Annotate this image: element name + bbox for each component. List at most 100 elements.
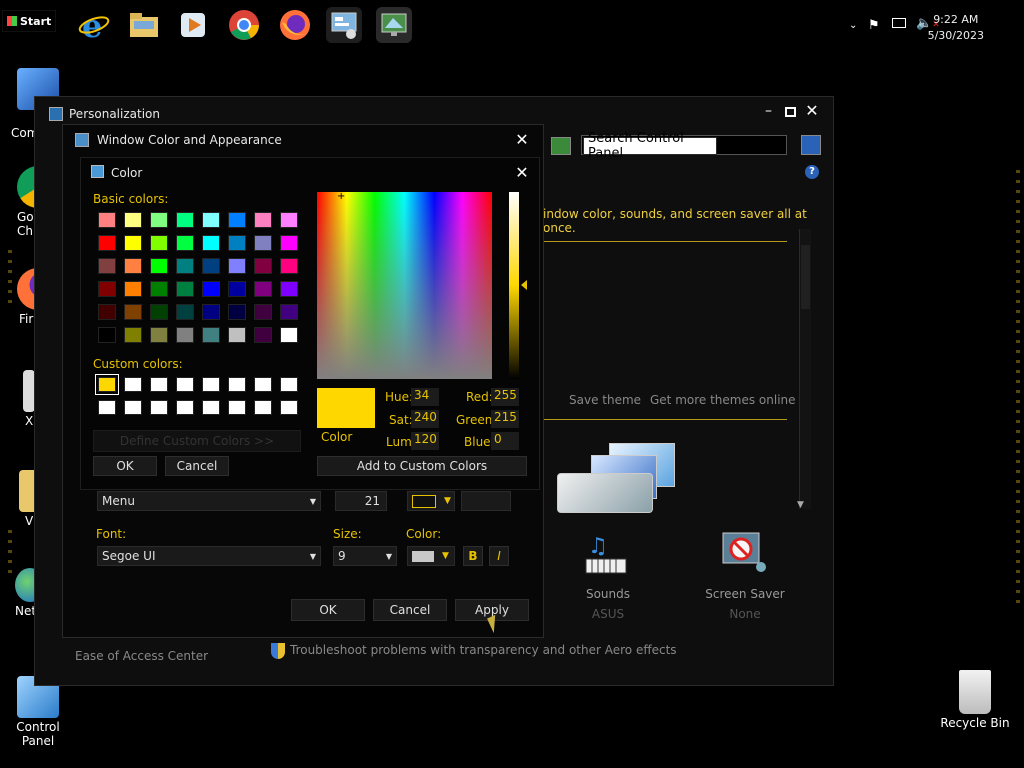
hue-input[interactable]: 34: [411, 388, 439, 406]
custom-color-swatch[interactable]: [150, 400, 168, 415]
clock[interactable]: 9:22 AM 5/30/2023: [928, 12, 984, 44]
control-panel-icon[interactable]: [326, 7, 362, 43]
close-button[interactable]: ✕: [513, 164, 531, 182]
lum-input[interactable]: 120: [411, 432, 439, 450]
basic-color-swatch[interactable]: [254, 281, 272, 297]
basic-color-swatch[interactable]: [150, 281, 168, 297]
custom-color-swatch[interactable]: [176, 377, 194, 392]
basic-color-swatch[interactable]: [228, 235, 246, 251]
search-input[interactable]: Search Control Panel: [583, 131, 717, 161]
basic-color-swatch[interactable]: [228, 212, 246, 228]
ok-button[interactable]: OK: [291, 599, 365, 621]
custom-color-swatch[interactable]: [280, 400, 298, 415]
blue-input[interactable]: 0: [491, 432, 519, 450]
basic-color-swatch[interactable]: [254, 212, 272, 228]
basic-color-swatch[interactable]: [150, 327, 168, 343]
red-input[interactable]: 255: [491, 388, 519, 406]
ease-of-access-link[interactable]: Ease of Access Center: [75, 649, 208, 663]
basic-color-swatch[interactable]: [280, 235, 298, 251]
basic-color-swatch[interactable]: [124, 304, 142, 320]
basic-color-swatch[interactable]: [254, 235, 272, 251]
basic-color-swatch[interactable]: [202, 258, 220, 274]
basic-color-swatch[interactable]: [150, 212, 168, 228]
close-button[interactable]: ✕: [803, 102, 821, 120]
scroll-down-icon[interactable]: ▼: [797, 500, 804, 510]
basic-color-swatch[interactable]: [280, 327, 298, 343]
sounds-icon[interactable]: ♫: [582, 531, 634, 581]
basic-color-swatch[interactable]: [176, 212, 194, 228]
show-hidden-icons-icon[interactable]: ⌄: [849, 20, 857, 31]
custom-color-swatch[interactable]: [202, 400, 220, 415]
basic-color-swatch[interactable]: [202, 212, 220, 228]
start-button[interactable]: Start: [2, 10, 57, 32]
basic-color-swatch[interactable]: [176, 304, 194, 320]
get-more-themes-link[interactable]: Get more themes online: [650, 393, 796, 407]
desktop-icon-recycle-bin[interactable]: Recycle Bin: [935, 670, 1015, 730]
italic-button[interactable]: I: [489, 546, 509, 566]
screen-saver-label[interactable]: Screen Saver: [703, 587, 787, 601]
basic-color-swatch[interactable]: [280, 212, 298, 228]
font-size-select[interactable]: 9 ▼: [333, 546, 397, 566]
add-to-custom-colors-button[interactable]: Add to Custom Colors: [317, 456, 527, 476]
network-icon[interactable]: [892, 18, 906, 28]
basic-color-swatch[interactable]: [98, 304, 116, 320]
basic-color-swatch[interactable]: [176, 258, 194, 274]
media-player-icon[interactable]: [175, 7, 211, 43]
item-select[interactable]: Menu ▼: [97, 491, 321, 511]
basic-color-swatch[interactable]: [124, 235, 142, 251]
basic-color-swatch[interactable]: [228, 327, 246, 343]
font-color-picker[interactable]: ▼: [407, 546, 455, 566]
save-theme-link[interactable]: Save theme: [569, 393, 641, 407]
custom-color-swatch[interactable]: [228, 400, 246, 415]
chrome-icon[interactable]: [226, 7, 262, 43]
ok-button[interactable]: OK: [93, 456, 157, 476]
basic-color-swatch[interactable]: [98, 212, 116, 228]
custom-color-swatch[interactable]: [98, 400, 116, 415]
screen-saver-icon[interactable]: [719, 531, 771, 581]
custom-color-swatch[interactable]: [124, 377, 142, 392]
file-explorer-icon[interactable]: [126, 7, 162, 43]
basic-color-swatch[interactable]: [150, 258, 168, 274]
troubleshoot-link[interactable]: Troubleshoot problems with transparency …: [290, 643, 677, 657]
custom-color-swatch[interactable]: [202, 377, 220, 392]
basic-color-swatch[interactable]: [176, 235, 194, 251]
custom-color-swatch[interactable]: [95, 374, 119, 395]
internet-explorer-icon[interactable]: e: [76, 7, 112, 43]
basic-color-swatch[interactable]: [254, 258, 272, 274]
basic-color-swatch[interactable]: [98, 258, 116, 274]
font-select[interactable]: Segoe UI ▼: [97, 546, 321, 566]
basic-color-swatch[interactable]: [150, 304, 168, 320]
custom-color-swatch[interactable]: [150, 377, 168, 392]
basic-color-swatch[interactable]: [176, 327, 194, 343]
basic-color-swatch[interactable]: [202, 281, 220, 297]
basic-color-swatch[interactable]: [254, 304, 272, 320]
luminance-arrow-icon[interactable]: [521, 280, 527, 290]
basic-color-swatch[interactable]: [202, 235, 220, 251]
minimize-button[interactable]: –: [765, 103, 772, 119]
close-button[interactable]: ✕: [513, 131, 531, 149]
luminance-slider[interactable]: [509, 192, 519, 379]
basic-color-swatch[interactable]: [228, 258, 246, 274]
basic-color-swatch[interactable]: [150, 235, 168, 251]
item-color-picker[interactable]: ▼: [407, 491, 455, 511]
basic-color-swatch[interactable]: [124, 258, 142, 274]
basic-color-swatch[interactable]: [254, 327, 272, 343]
basic-color-swatch[interactable]: [124, 212, 142, 228]
custom-color-swatch[interactable]: [176, 400, 194, 415]
basic-color-swatch[interactable]: [202, 327, 220, 343]
custom-color-swatch[interactable]: [280, 377, 298, 392]
custom-color-swatch[interactable]: [124, 400, 142, 415]
color-spectrum[interactable]: +: [317, 192, 492, 379]
basic-color-swatch[interactable]: [280, 304, 298, 320]
basic-color-swatch[interactable]: [176, 281, 194, 297]
basic-color-swatch[interactable]: [280, 258, 298, 274]
bold-button[interactable]: B: [463, 546, 483, 566]
firefox-icon[interactable]: [277, 7, 313, 43]
search-box[interactable]: Search Control Panel: [581, 131, 787, 161]
green-input[interactable]: 215: [491, 410, 519, 428]
basic-color-swatch[interactable]: [124, 327, 142, 343]
basic-color-swatch[interactable]: [98, 327, 116, 343]
cancel-button[interactable]: Cancel: [165, 456, 229, 476]
theme-list-scrollbar[interactable]: [799, 229, 811, 509]
cancel-button[interactable]: Cancel: [373, 599, 447, 621]
